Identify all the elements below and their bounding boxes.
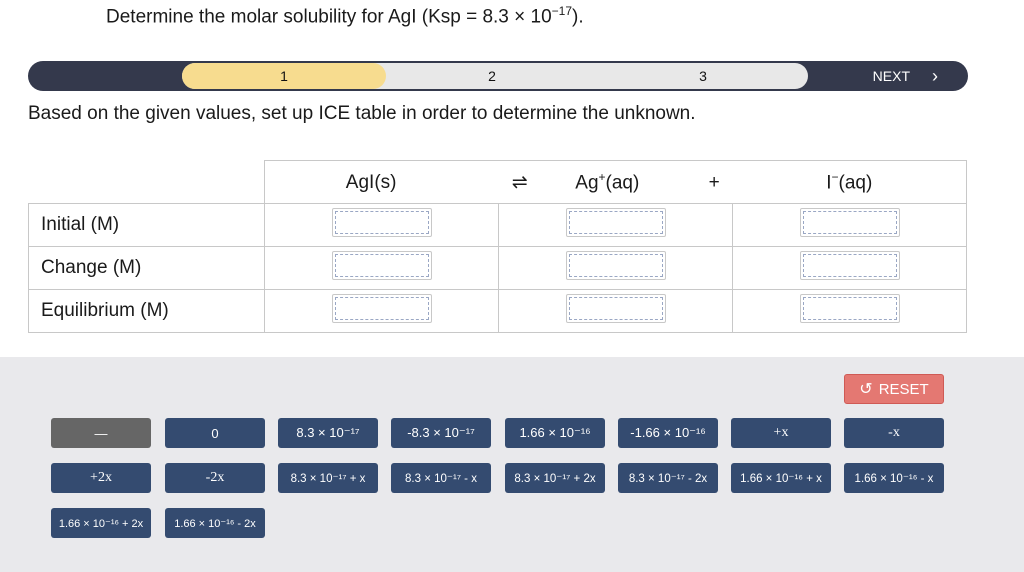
cell-change-ag (498, 246, 733, 290)
reset-label: RESET (878, 380, 929, 398)
tile-8.3e-17-minus-x[interactable]: 8.3 × 10⁻¹⁷ - x (391, 463, 491, 493)
next-label: NEXT (872, 68, 910, 84)
drop-zone[interactable] (331, 250, 432, 280)
undo-icon: ↺ (859, 381, 873, 398)
tile-minus-x[interactable]: -x (844, 418, 944, 448)
ice-row-equilibrium: Equilibrium (M) (28, 289, 967, 333)
question-prefix: Determine the molar solubility for AgI (… (106, 6, 552, 28)
row-label-initial: Initial (M) (28, 203, 265, 247)
cell-eq-ag (498, 289, 733, 333)
next-button[interactable]: NEXT › (873, 61, 938, 91)
progress-steps: 1 2 3 (182, 63, 808, 89)
drop-zone[interactable] (799, 293, 900, 323)
drop-zone[interactable] (331, 207, 432, 237)
drop-zone[interactable] (565, 293, 666, 323)
cell-initial-i (732, 203, 967, 247)
ice-table: AgI(s) ⇌ Ag+(aq) + I−(aq) Initial (M) Ch… (28, 160, 967, 333)
tile-zero[interactable]: 0 (165, 418, 265, 448)
ice-row-initial: Initial (M) (28, 203, 967, 247)
header-agi: AgI(s) ⇌ (264, 160, 528, 204)
anion-charge: − (831, 169, 839, 184)
reactant-label: AgI(s) (345, 171, 397, 193)
tile-8.3e-17-plus-2x[interactable]: 8.3 × 10⁻¹⁷ + 2x (505, 463, 605, 493)
plus-sign: + (708, 172, 720, 194)
question-suffix: ). (572, 6, 584, 28)
cell-change-agi (264, 246, 499, 290)
cation-charge: + (598, 169, 606, 184)
cell-change-i (732, 246, 967, 290)
equilibrium-arrow-icon: ⇌ (511, 171, 528, 193)
question-text: Determine the molar solubility for AgI (… (106, 4, 584, 28)
reset-button[interactable]: ↺ RESET (844, 374, 944, 404)
ice-row-change: Change (M) (28, 246, 967, 290)
step-2[interactable]: 2 (386, 63, 598, 89)
tile-neg-1.66e-16[interactable]: -1.66 × 10⁻¹⁶ (618, 418, 718, 448)
ice-header-row: AgI(s) ⇌ Ag+(aq) + I−(aq) (28, 160, 967, 204)
ice-corner (28, 160, 265, 204)
progress-bar: 1 2 3 NEXT › (28, 61, 968, 91)
row-label-change: Change (M) (28, 246, 265, 290)
tile-1.66e-16-minus-2x[interactable]: 1.66 × 10⁻¹⁶ - 2x (165, 508, 265, 538)
tile-1.66e-16-plus-2x[interactable]: 1.66 × 10⁻¹⁶ + 2x (51, 508, 151, 538)
tile-plus-2x[interactable]: +2x (51, 463, 151, 493)
cation-base: Ag (575, 172, 599, 194)
cell-initial-agi (264, 203, 499, 247)
instruction-text: Based on the given values, set up ICE ta… (28, 103, 696, 124)
tile-minus-2x[interactable]: -2x (165, 463, 265, 493)
tile-8.3e-17[interactable]: 8.3 × 10⁻¹⁷ (278, 418, 378, 448)
chevron-right-icon: › (932, 66, 938, 86)
tile-plus-x[interactable]: +x (731, 418, 831, 448)
header-ag-plus: Ag+(aq) + (498, 160, 733, 204)
ksp-exponent: −17 (551, 4, 573, 18)
tile-8.3e-17-minus-2x[interactable]: 8.3 × 10⁻¹⁷ - 2x (618, 463, 718, 493)
step-1[interactable]: 1 (182, 63, 386, 89)
cell-eq-agi (264, 289, 499, 333)
tile-1.66e-16[interactable]: 1.66 × 10⁻¹⁶ (505, 418, 605, 448)
drop-zone[interactable] (799, 207, 900, 237)
drop-zone[interactable] (799, 250, 900, 280)
drop-zone[interactable] (565, 207, 666, 237)
tile-1.66e-16-minus-x[interactable]: 1.66 × 10⁻¹⁶ - x (844, 463, 944, 493)
cation-state: (aq) (605, 172, 640, 194)
cell-initial-ag (498, 203, 733, 247)
tile-blank[interactable]: — (51, 418, 151, 448)
answer-palette: ↺ RESET — 0 8.3 × 10⁻¹⁷ -8.3 × 10⁻¹⁷ 1.6… (0, 357, 1024, 572)
tile-1.66e-16-plus-x[interactable]: 1.66 × 10⁻¹⁶ + x (731, 463, 831, 493)
cell-eq-i (732, 289, 967, 333)
drop-zone[interactable] (331, 293, 432, 323)
drop-zone[interactable] (565, 250, 666, 280)
header-i-minus: I−(aq) (732, 160, 967, 204)
tile-8.3e-17-plus-x[interactable]: 8.3 × 10⁻¹⁷ + x (278, 463, 378, 493)
step-3[interactable]: 3 (598, 63, 808, 89)
tile-neg-8.3e-17[interactable]: -8.3 × 10⁻¹⁷ (391, 418, 491, 448)
row-label-equilibrium: Equilibrium (M) (28, 289, 265, 333)
anion-state: (aq) (838, 172, 873, 194)
